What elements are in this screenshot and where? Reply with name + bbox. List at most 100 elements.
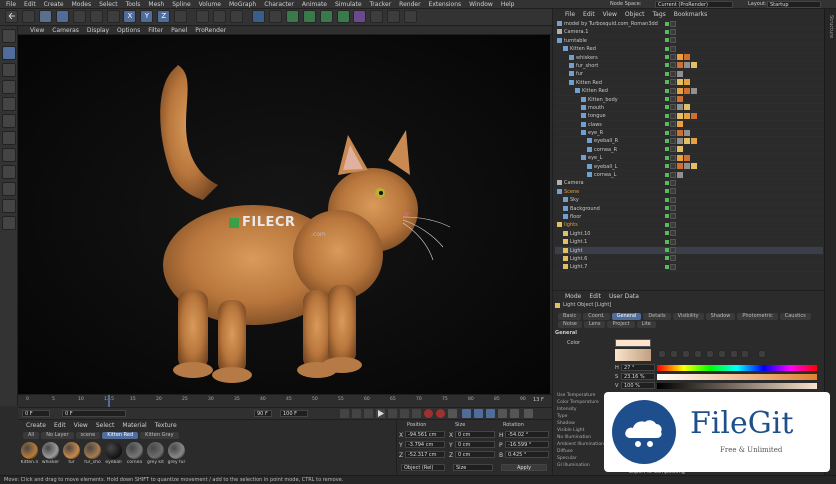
material-tag-icon[interactable] [677, 62, 683, 69]
visibility-dot[interactable] [665, 155, 669, 160]
mixer-mode-icon[interactable] [729, 350, 738, 358]
object-row[interactable]: cornea_R [555, 146, 823, 155]
object-row[interactable]: Kitten Red [555, 79, 823, 88]
field-icon[interactable] [336, 10, 350, 23]
tweak-mode-icon[interactable] [2, 148, 16, 162]
tab-general[interactable]: General [611, 313, 642, 320]
material-tag-icon[interactable] [677, 146, 683, 153]
start-frame-field[interactable]: 0 F [22, 410, 50, 417]
viewport-menu-panel[interactable]: Panel [167, 26, 191, 35]
object-menu-tags[interactable]: Tags [648, 10, 669, 19]
material-filter-kitten-red[interactable]: Kitten Red [102, 432, 139, 439]
rotation-field[interactable]: -16.599 ° [505, 441, 549, 448]
spectrum-mode-icon[interactable] [669, 350, 678, 358]
max-frame-field[interactable]: 100 F [280, 410, 308, 417]
bend-icon[interactable] [353, 10, 367, 23]
menu-window[interactable]: Window [465, 0, 497, 9]
first-frame-icon[interactable] [340, 409, 349, 418]
hue-slider[interactable] [657, 365, 817, 371]
camera-icon[interactable] [387, 10, 401, 23]
object-row[interactable]: eyeball_L [555, 163, 823, 172]
visibility-dot[interactable] [665, 256, 669, 261]
enable-check[interactable] [670, 54, 676, 61]
enable-check[interactable] [670, 112, 676, 119]
enable-check[interactable] [670, 20, 676, 27]
visibility-dot[interactable] [665, 97, 669, 102]
transform-icon[interactable] [106, 10, 120, 23]
material-tag-icon[interactable] [684, 104, 690, 111]
tab-details[interactable]: Details [643, 313, 671, 320]
coord-size-select[interactable]: Size [453, 464, 493, 471]
enable-check[interactable] [670, 247, 676, 254]
size-field[interactable]: 0 cm [455, 451, 495, 458]
attributes-menu-user-data[interactable]: User Data [605, 292, 643, 301]
rotate-icon[interactable] [89, 10, 103, 23]
kelvin-mode-icon[interactable] [717, 350, 726, 358]
material-filter-no-layer[interactable]: No Layer [41, 432, 74, 439]
make-editable-icon[interactable] [2, 29, 16, 43]
material-tag-icon[interactable] [677, 96, 683, 103]
enable-check[interactable] [670, 163, 676, 170]
menu-character[interactable]: Character [260, 0, 298, 9]
viewport-menu-view[interactable]: View [26, 26, 48, 35]
tab-basic[interactable]: Basic [558, 313, 582, 320]
enable-check[interactable] [670, 196, 676, 203]
h-field[interactable]: 27 ° [621, 364, 655, 371]
swatches-mode-icon[interactable] [741, 350, 750, 358]
axis-mode-icon[interactable] [2, 131, 16, 145]
enable-check[interactable] [670, 213, 676, 220]
enable-check[interactable] [670, 137, 676, 144]
points-mode-icon[interactable] [2, 80, 16, 94]
tab-project[interactable]: Project [607, 321, 635, 328]
visibility-dot[interactable] [665, 172, 669, 177]
material-tag-icon[interactable] [677, 137, 683, 144]
visibility-dot[interactable] [665, 239, 669, 244]
rgb-mode-icon[interactable] [693, 350, 702, 358]
s-field[interactable]: 23.16 % [621, 373, 655, 380]
viewport-menu-display[interactable]: Display [83, 26, 113, 35]
picture-mode-icon[interactable] [681, 350, 690, 358]
polygons-mode-icon[interactable] [2, 114, 16, 128]
color-swatch[interactable] [615, 339, 651, 347]
material-tag-icon[interactable] [677, 70, 683, 77]
enable-check[interactable] [670, 28, 676, 35]
timeline[interactable]: 051013.515202530354045505560657075808590… [18, 394, 552, 407]
material-tag-icon[interactable] [691, 137, 697, 144]
enable-check[interactable] [670, 255, 676, 262]
enable-check[interactable] [670, 62, 676, 69]
material-menu-edit[interactable]: Edit [50, 421, 70, 430]
material-tag-icon[interactable] [684, 129, 690, 136]
object-row[interactable]: eye_R [555, 129, 823, 138]
tab-lite[interactable]: Lite [636, 321, 656, 328]
object-row[interactable]: Light [555, 246, 823, 255]
next-frame-icon[interactable] [388, 409, 397, 418]
menu-render[interactable]: Render [395, 0, 424, 9]
enable-check[interactable] [670, 205, 676, 212]
parameter-key-icon[interactable] [498, 409, 507, 418]
render-picture-viewer-icon[interactable] [213, 10, 227, 23]
material-tag-icon[interactable] [677, 154, 683, 161]
visibility-dot[interactable] [665, 38, 669, 43]
material-filter-kitten-gray[interactable]: Kitten Gray [140, 432, 179, 439]
material-tag-icon[interactable] [677, 112, 683, 119]
enable-check[interactable] [670, 104, 676, 111]
cube-icon[interactable] [251, 10, 265, 23]
material-tag-icon[interactable] [677, 79, 683, 86]
material-swatch[interactable]: fur_sho [83, 442, 102, 465]
object-row[interactable]: eye_L [555, 154, 823, 163]
object-menu-file[interactable]: File [561, 10, 579, 19]
menu-tools[interactable]: Tools [122, 0, 145, 9]
side-tab-structure[interactable]: Structure [825, 9, 834, 63]
texture-mode-icon[interactable] [2, 63, 16, 77]
visibility-dot[interactable] [665, 46, 669, 51]
solo-icon[interactable] [2, 199, 16, 213]
tab-caustics[interactable]: Caustics [779, 313, 811, 320]
menu-mograph[interactable]: MoGraph [225, 0, 260, 9]
enable-check[interactable] [670, 188, 676, 195]
visibility-dot[interactable] [665, 189, 669, 194]
menu-mesh[interactable]: Mesh [144, 0, 168, 9]
material-tag-icon[interactable] [684, 62, 690, 69]
render-settings-icon[interactable] [229, 10, 243, 23]
menu-simulate[interactable]: Simulate [331, 0, 366, 9]
workplane-icon[interactable] [2, 182, 16, 196]
